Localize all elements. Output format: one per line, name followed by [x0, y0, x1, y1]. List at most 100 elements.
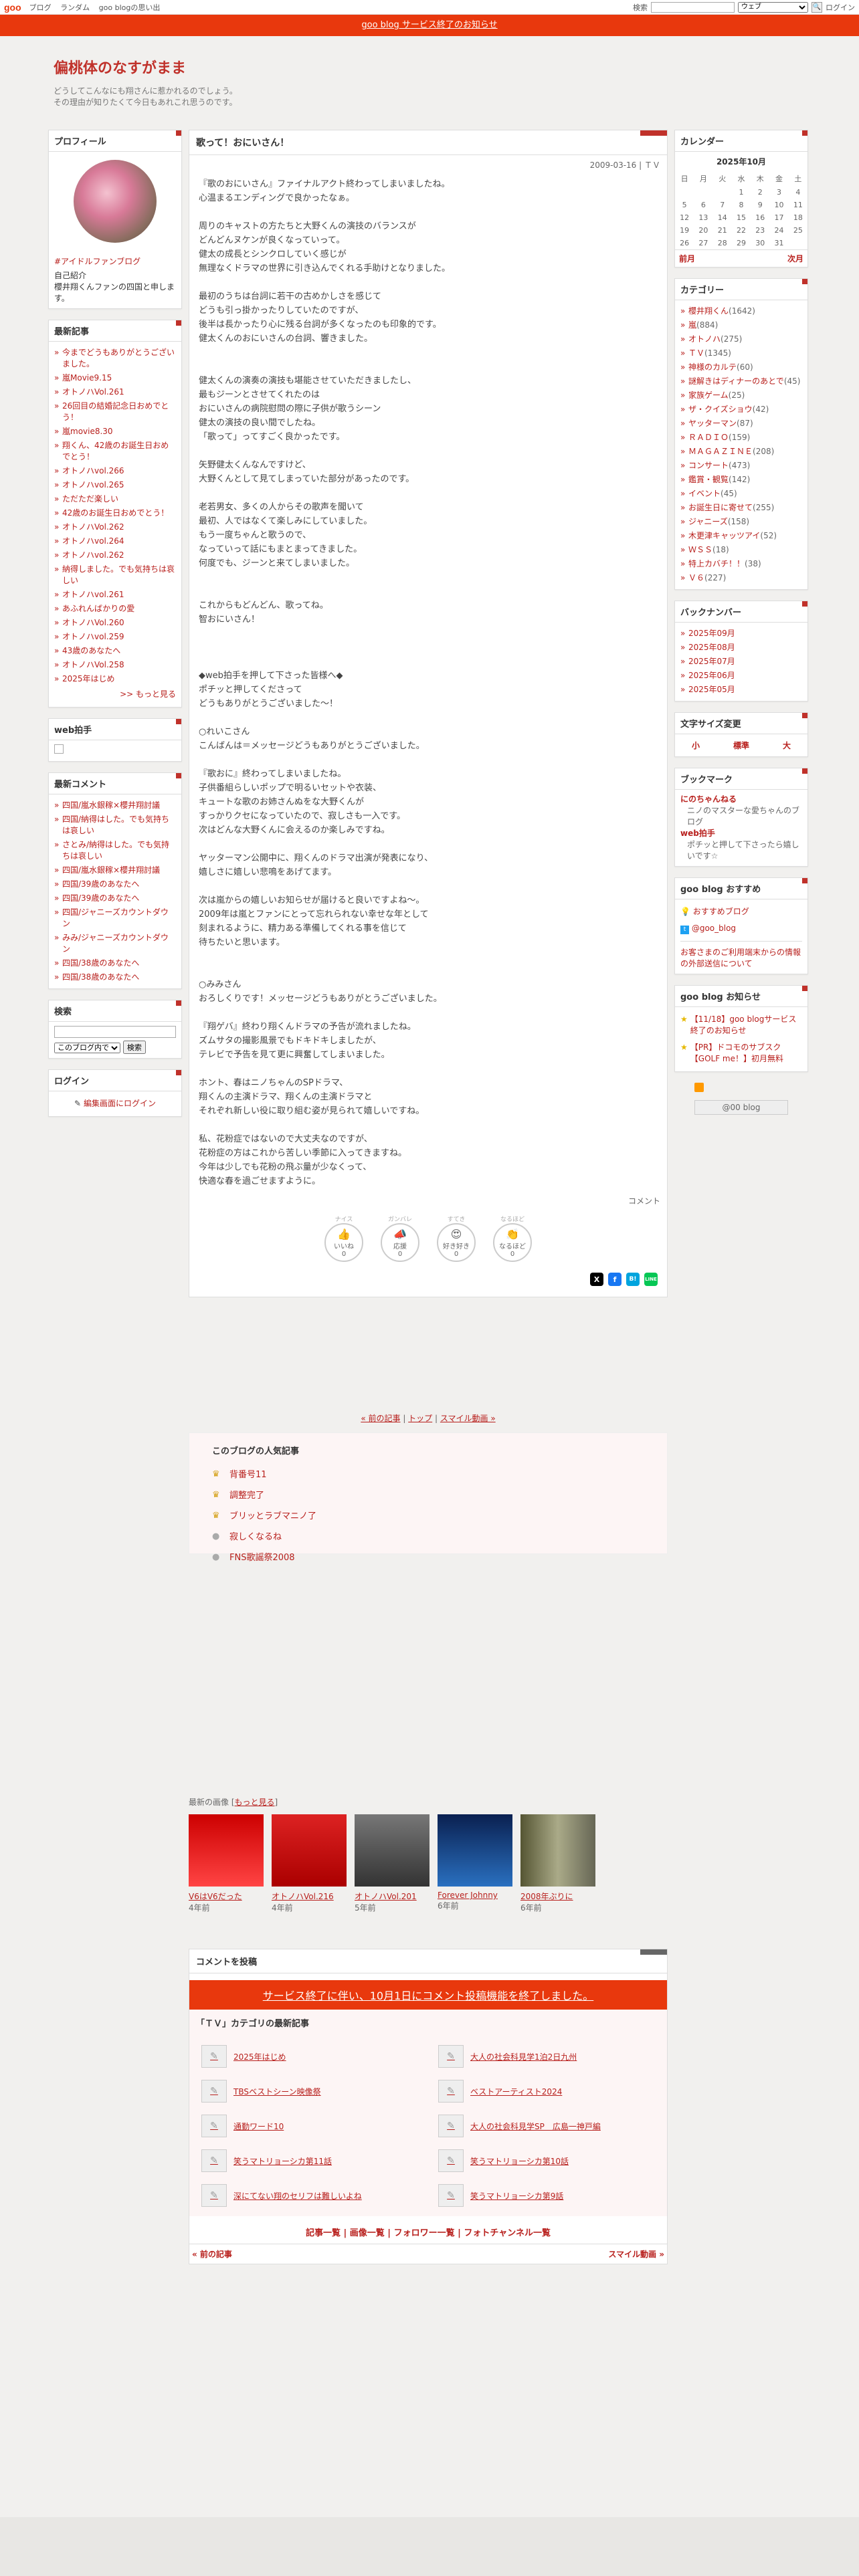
profile-tag[interactable]: #アイドルファンブログ — [54, 257, 140, 266]
info-pr-golf[interactable]: 【PR】ドコモのサブスク【GOLF me！】初月無料 — [690, 1042, 802, 1065]
category-article[interactable]: ✎ 2025年はじめ — [201, 2045, 418, 2068]
image-thumbnail[interactable] — [438, 1814, 512, 1887]
category-article-title[interactable]: 深にてない翔のセリフは難しいよね — [233, 2190, 362, 2202]
popular-item-title[interactable]: ブリッとラブマニノ了 — [229, 1509, 316, 1521]
image-title[interactable]: オトノハVol.201 — [355, 1891, 430, 1902]
font-small-button[interactable]: 小 — [692, 740, 700, 751]
recent-post-item[interactable]: オトノハVol.260 — [54, 616, 176, 630]
recent-post-item[interactable]: オトノハVol.261 — [54, 385, 176, 399]
blog-search-input[interactable] — [54, 1026, 176, 1038]
popular-item-title[interactable]: 寂しくなるね — [229, 1529, 282, 1542]
prev-article-link[interactable]: « 前の記事 — [361, 1414, 400, 1423]
category-item[interactable]: イベント(45) — [680, 487, 802, 501]
backnumber-item[interactable]: 2025年09月 — [680, 627, 802, 641]
category-article[interactable]: ✎ TBSベストシーン映像祭 — [201, 2080, 418, 2103]
prev-month-link[interactable]: 前月 — [679, 253, 695, 264]
goo-logo[interactable]: goo — [4, 2, 21, 13]
images-more-link[interactable]: もっと見る — [235, 1798, 275, 1807]
category-name[interactable]: ＷＳＳ — [688, 545, 712, 554]
smile-video-link[interactable]: スマイル動画 » — [440, 1414, 496, 1423]
category-article[interactable]: ✎ 通勤ワード10 — [201, 2115, 418, 2137]
recent-post-item[interactable]: あふれんばかりの愛 — [54, 602, 176, 616]
category-item[interactable]: ＴＶ(1345) — [680, 346, 802, 360]
category-name[interactable]: 木更津キャッツアイ — [688, 531, 760, 540]
image-card[interactable]: 2008年ぶりに 6年前 — [520, 1814, 595, 1913]
comment-closed-banner[interactable]: サービス終了に伴い、10月1日にコメント投稿機能を終了しました。 — [189, 1980, 667, 2010]
goo-twitter-link[interactable]: @goo_blog — [692, 924, 736, 933]
category-name[interactable]: ジャニーズ — [688, 517, 728, 526]
backnumber-item[interactable]: 2025年08月 — [680, 641, 802, 655]
font-normal-button[interactable]: 標準 — [733, 740, 749, 751]
recent-comment-item[interactable]: みみ/ジャニーズカウントダウン — [54, 931, 176, 956]
category-article[interactable]: ✎ 大人の社会科見学SP 広島一神戸編 — [438, 2115, 655, 2137]
footer-links[interactable]: 記事一覧 | 画像一覧 | フォロワー一覧 | フォトチャンネル一覧 — [189, 2216, 667, 2244]
top-search-input[interactable] — [651, 1, 735, 13]
image-thumbnail[interactable] — [189, 1814, 264, 1887]
popular-item[interactable]: ♛ 調整完了 — [212, 1484, 644, 1505]
recent-post-item[interactable]: 嵐Movie9.15 — [54, 371, 176, 385]
category-item[interactable]: オトノハ(275) — [680, 332, 802, 346]
bookmark-webclap[interactable]: web拍手 — [680, 829, 715, 838]
category-article-title[interactable]: TBSベストシーン映像祭 — [233, 2086, 321, 2097]
nav-memories[interactable]: goo blogの思い出 — [99, 3, 161, 12]
category-article[interactable]: ✎ 笑うマトリョーシカ第9話 — [438, 2184, 655, 2207]
category-item[interactable]: コンサート(473) — [680, 459, 802, 473]
category-article-title[interactable]: 大人の社会科見学SP 広島一神戸編 — [470, 2121, 601, 2132]
category-article-title[interactable]: 笑うマトリョーシカ第10話 — [470, 2155, 569, 2167]
recent-comment-item[interactable]: 四国/納得はした。でも気持ちは哀しい — [54, 813, 176, 838]
bookmark-ninochannel[interactable]: にのちゃんねる — [680, 794, 737, 804]
recent-post-item[interactable]: 43歳のあなたへ — [54, 644, 176, 658]
nav-blog[interactable]: ブログ — [29, 3, 52, 12]
facebook-share-icon[interactable]: f — [608, 1273, 622, 1286]
image-card[interactable]: オトノハVol.216 4年前 — [272, 1814, 347, 1913]
webclap-image-icon[interactable] — [54, 744, 64, 754]
reaction-button[interactable]: 👍 いいね 0 — [324, 1223, 363, 1262]
category-item[interactable]: ジャニーズ(158) — [680, 515, 802, 529]
category-article[interactable]: ✎ 大人の社会科見学1泊2日九州 — [438, 2045, 655, 2068]
backnumber-item[interactable]: 2025年05月 — [680, 683, 802, 697]
recent-post-item[interactable]: 納得しました。でも気持ちは哀しい — [54, 562, 176, 588]
recent-post-item[interactable]: 翔くん、42歳のお誕生日おめでとう！ — [54, 439, 176, 464]
category-name[interactable]: 櫻井翔くん — [688, 306, 729, 316]
backnumber-item[interactable]: 2025年06月 — [680, 669, 802, 683]
popular-item[interactable]: ● FNS歌謡祭2008 — [212, 1546, 644, 1567]
category-item[interactable]: 櫻井翔くん(1642) — [680, 304, 802, 318]
category-name[interactable]: 鑑賞・観覧 — [688, 475, 729, 484]
category-item[interactable]: ＷＳＳ(18) — [680, 543, 802, 557]
recent-post-item[interactable]: 42歳のお誕生日おめでとう！ — [54, 506, 176, 520]
category-name[interactable]: ＴＶ — [688, 348, 704, 358]
category-article[interactable]: ✎ ベストアーティスト2024 — [438, 2080, 655, 2103]
category-item[interactable]: 神様のカルテ(60) — [680, 360, 802, 374]
goo-blog-logo[interactable]: @00 blog — [694, 1100, 788, 1115]
article-title[interactable]: 歌って！おにいさん！ — [189, 130, 667, 155]
image-title[interactable]: 2008年ぶりに — [520, 1891, 595, 1902]
info-service-end[interactable]: 【11/18】goo blogサービス終了のお知らせ — [690, 1014, 802, 1037]
search-icon[interactable]: 🔍 — [812, 1, 822, 13]
image-thumbnail[interactable] — [355, 1814, 430, 1887]
popular-item-title[interactable]: FNS歌謡祭2008 — [229, 1550, 295, 1563]
blog-search-scope[interactable]: このブログ内で — [54, 1043, 120, 1053]
category-name[interactable]: ザ・クイズショウ — [688, 405, 753, 414]
login-link[interactable]: ログイン — [826, 2, 855, 13]
rss-icon[interactable] — [694, 1083, 704, 1092]
category-item[interactable]: 謎解きはディナーのあとで(45) — [680, 374, 802, 389]
popular-item-title[interactable]: 調整完了 — [229, 1488, 264, 1501]
category-item[interactable]: 家族ゲーム(25) — [680, 389, 802, 403]
category-article-title[interactable]: 笑うマトリョーシカ第11話 — [233, 2155, 332, 2167]
x-share-icon[interactable]: X — [590, 1273, 603, 1286]
category-item[interactable]: お誕生日に寄せて(255) — [680, 501, 802, 515]
recent-comment-item[interactable]: 四国/38歳のあなたへ — [54, 970, 176, 984]
recent-post-item[interactable]: 嵐movie8.30 — [54, 425, 176, 439]
category-name[interactable]: 神様のカルテ — [688, 362, 737, 372]
category-article-title[interactable]: 大人の社会科見学1泊2日九州 — [470, 2051, 577, 2062]
recent-comment-item[interactable]: 四国/嵐水銀稼×櫻井翔討議 — [54, 863, 176, 877]
category-article-title[interactable]: 通勤ワード10 — [233, 2121, 284, 2132]
line-share-icon[interactable]: LINE — [644, 1273, 658, 1286]
comment-link[interactable]: コメント — [189, 1191, 667, 1210]
category-item[interactable]: 木更津キャッツアイ(52) — [680, 529, 802, 543]
recent-post-item[interactable]: オトノハvol.264 — [54, 534, 176, 548]
category-article[interactable]: ✎ 深にてない翔のセリフは難しいよね — [201, 2184, 418, 2207]
edit-login-link[interactable]: 編集画面にログイン — [84, 1099, 156, 1108]
reaction-button[interactable]: 📣 応援 0 — [381, 1223, 419, 1262]
category-article-title[interactable]: 2025年はじめ — [233, 2051, 286, 2062]
